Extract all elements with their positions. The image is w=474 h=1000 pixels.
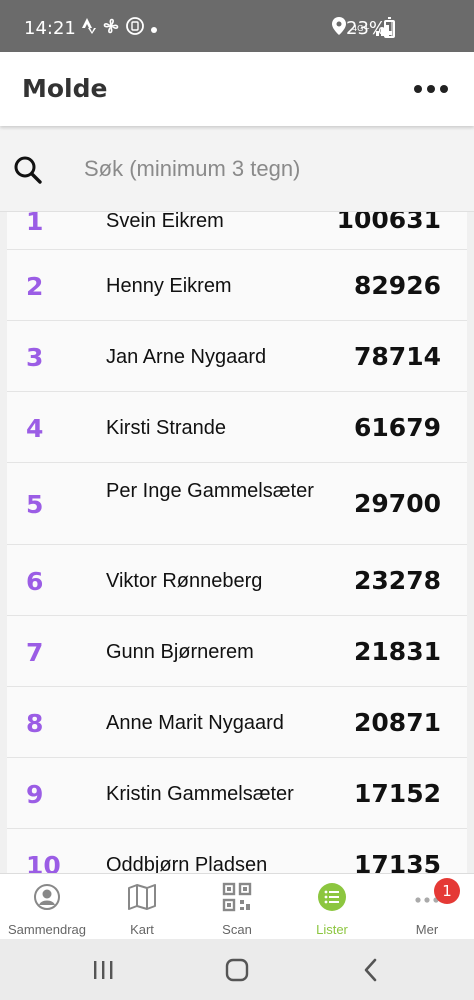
nav-label: Lister: [316, 922, 348, 937]
rank-number: 5: [26, 490, 44, 519]
notification-badge: 1: [434, 878, 460, 904]
list-item[interactable]: 9 Kristin Gammelsæter 17152: [7, 758, 467, 829]
search-bar: [0, 126, 474, 212]
score-value: 61679: [354, 413, 441, 442]
ranking-list: 1 Svein Eikrem 100631 2 Henny Eikrem 829…: [7, 190, 467, 873]
score-value: 23278: [354, 566, 441, 595]
list-icon: [318, 883, 346, 911]
status-time: 14:21: [24, 18, 76, 39]
more-options-button[interactable]: [408, 74, 454, 104]
score-value: 20871: [354, 708, 441, 737]
search-input[interactable]: [72, 146, 452, 192]
bottom-nav: Sammendrag Kart Scan Lister 1 Mer: [0, 873, 474, 939]
list-item[interactable]: 5 Per Inge Gammelsæter 29700: [7, 463, 467, 545]
list-item[interactable]: 8 Anne Marit Nygaard 20871: [7, 687, 467, 758]
nav-sammendrag[interactable]: Sammendrag: [0, 874, 94, 940]
fan-icon: [102, 17, 120, 40]
home-icon[interactable]: [222, 955, 252, 985]
person-name: Kristin Gammelsæter: [106, 783, 294, 805]
score-value: 29700: [354, 489, 441, 518]
nav-mer[interactable]: 1 Mer: [380, 874, 474, 940]
score-value: 17135: [354, 850, 441, 873]
system-nav-bar: [0, 939, 474, 1000]
score-value: 82926: [354, 271, 441, 300]
app-header: Molde: [0, 52, 474, 126]
location-icon: [332, 17, 346, 39]
person-name: Gunn Bjørnerem: [106, 641, 254, 663]
person-name: Oddbjørn Pladsen: [106, 854, 268, 873]
user-circle-icon: [34, 884, 60, 910]
list-item[interactable]: 10 Oddbjørn Pladsen 17135: [7, 829, 467, 873]
score-value: 21831: [354, 637, 441, 666]
recent-apps-icon[interactable]: [88, 955, 118, 985]
nav-label: Scan: [222, 922, 252, 937]
rank-number: 9: [26, 780, 44, 809]
rank-number: 4: [26, 414, 44, 443]
person-name: Kirsti Strande: [106, 417, 227, 439]
person-name: Viktor Rønneberg: [106, 570, 263, 592]
person-name: Svein Eikrem: [106, 210, 224, 232]
map-icon: [128, 884, 156, 910]
score-value: 78714: [354, 342, 441, 371]
status-bar: 14:21 4G+ 23%: [0, 0, 474, 52]
nav-label: Sammendrag: [7, 922, 87, 937]
score-value: 17152: [354, 779, 441, 808]
list-item[interactable]: 2 Henny Eikrem 82926: [7, 250, 467, 321]
list-item[interactable]: 7 Gunn Bjørnerem 21831: [7, 616, 467, 687]
rank-number: 2: [26, 272, 44, 301]
battery-percent: 23%: [346, 18, 387, 39]
page-title: Molde: [22, 74, 108, 103]
rank-number: 8: [26, 709, 44, 738]
battery-icon: [384, 17, 395, 38]
nav-label: Mer: [415, 922, 439, 937]
dot-icon: [150, 19, 158, 39]
rank-number: 7: [26, 638, 44, 667]
qr-code-icon: [222, 882, 252, 912]
person-name: Henny Eikrem: [106, 275, 232, 297]
clipboard-icon: [126, 17, 144, 40]
rank-number: 10: [26, 851, 61, 873]
nav-lister[interactable]: Lister: [285, 874, 379, 940]
person-name: Per Inge Gammelsæter: [106, 480, 314, 502]
list-item[interactable]: 6 Viktor Rønneberg 23278: [7, 545, 467, 616]
person-name: Anne Marit Nygaard: [106, 712, 284, 734]
back-icon[interactable]: [356, 955, 386, 985]
search-icon[interactable]: [12, 154, 44, 186]
rank-number: 3: [26, 343, 44, 372]
list-item[interactable]: 4 Kirsti Strande 61679: [7, 392, 467, 463]
rank-number: 6: [26, 567, 44, 596]
more-horizontal-icon: [414, 85, 422, 93]
person-name: Jan Arne Nygaard: [106, 346, 267, 368]
strava-icon: [82, 18, 96, 39]
nav-label: Kart: [130, 922, 154, 937]
list-item[interactable]: 3 Jan Arne Nygaard 78714: [7, 321, 467, 392]
nav-kart[interactable]: Kart: [95, 874, 189, 940]
nav-scan[interactable]: Scan: [190, 874, 284, 940]
